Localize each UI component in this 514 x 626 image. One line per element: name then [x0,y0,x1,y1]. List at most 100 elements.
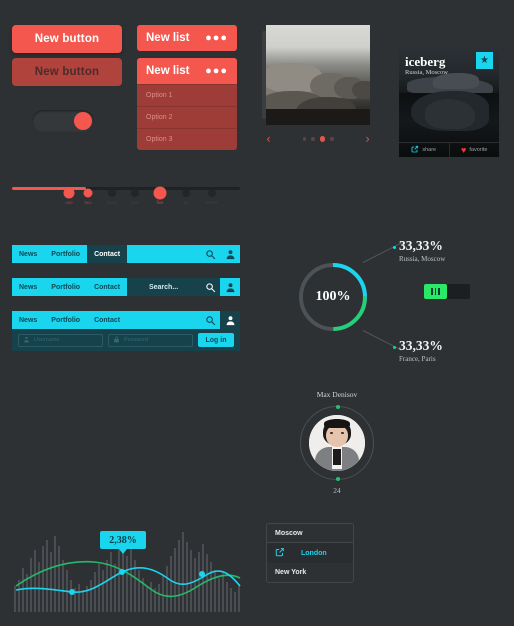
share-label: share [422,147,437,153]
city-name: Moscow [275,529,303,537]
user-icon[interactable] [220,245,240,263]
stat-france: 33,33% France, Paris [399,338,443,363]
nav-link-news[interactable]: News [12,245,44,263]
profile-card: Max Denisov 24 [300,390,374,495]
image-carousel: ‹ › [262,25,370,145]
slider-handle-five[interactable] [153,186,167,200]
new-list-title: New list [146,32,190,44]
callout-line-russia [362,242,403,263]
donut-chart: 100% [296,260,370,334]
search-icon[interactable] [200,245,220,263]
external-link-icon [411,145,419,155]
chart-marker [199,571,205,577]
callout-line-france [362,330,403,351]
nav-link-portfolio[interactable]: Portfolio [44,278,87,296]
city-list-item-moscow[interactable]: Moscow [266,523,354,543]
iceberg-card[interactable]: iceberg Russia, Moscow ★ share ♥ favorit… [399,47,499,157]
toggle-switch[interactable] [32,110,94,132]
favorite-button[interactable]: ♥ favorite [448,143,500,157]
navbar: News Portfolio Contact [12,311,240,329]
nav-link-news[interactable]: News [12,311,44,329]
iceberg-card-photo: share ♥ favorite [399,91,499,157]
search-icon[interactable] [200,278,220,296]
new-button-disabled[interactable]: New button [12,58,122,86]
callout-dot-france [393,346,396,349]
carousel-dot[interactable] [302,137,306,141]
city-list-item-london-active[interactable]: London [266,543,354,563]
nav-link-news[interactable]: News [12,278,44,296]
callout-dot-russia [393,246,396,249]
profile-name: Max Denisov [316,390,358,399]
carousel-dot[interactable] [330,137,334,141]
list-item[interactable]: Option 1 [137,84,237,106]
user-icon[interactable] [220,278,240,296]
carousel-dots [302,136,334,142]
stat-russia: 33,33% Russia, Moscow [399,238,445,263]
nav-link-contact[interactable]: Contact [87,245,128,263]
favorite-label: favorite [469,147,488,153]
share-button[interactable]: share [399,143,449,157]
nav-link-portfolio[interactable]: Portfolio [44,245,87,263]
search-icon[interactable] [200,311,220,329]
lock-icon [113,336,120,345]
nav-link-portfolio[interactable]: Portfolio [44,311,87,329]
ui-kit-canvas: New button New button New list ●●● New l… [0,0,514,626]
password-field[interactable]: Password [108,333,193,347]
new-button-primary[interactable]: New button [12,25,122,53]
carousel-prev-button[interactable]: ‹ [266,133,271,145]
new-list-dropdown-header[interactable]: New list ●●● [137,58,237,84]
carousel-image[interactable] [266,25,370,125]
toggle-knob[interactable] [74,112,92,130]
city-name: London [301,549,327,557]
chart-marker-active [119,569,125,575]
avatar-photo [309,415,365,471]
slider-handle-two[interactable] [83,188,93,198]
new-list-header[interactable]: New list ●●● [137,25,237,51]
nav-link-contact[interactable]: Contact [87,311,127,329]
more-options-icon[interactable]: ●●● [205,65,228,77]
slider-fill [12,187,86,190]
iceberg-card-header: iceberg Russia, Moscow ★ [399,47,499,95]
slider-label: seven [205,200,219,205]
nav-link-contact[interactable]: Contact [87,278,127,296]
iceberg-card-actions: share ♥ favorite [399,142,499,157]
username-field[interactable]: Username [18,333,103,347]
navbar-search: News Portfolio Contact Search... [12,278,240,296]
carousel-next-button[interactable]: › [365,133,370,145]
login-button[interactable]: Log in [198,333,234,347]
external-link-icon [275,547,285,559]
donut-chart-ring: 100% [296,260,370,334]
slider-handle-one[interactable] [63,187,75,199]
city-list-item-new-york[interactable]: New York [266,563,354,583]
slider-handle-four[interactable] [131,189,139,197]
ring-dot-top [336,405,340,409]
nav-links: News Portfolio Contact [12,311,128,329]
search-input[interactable]: Search... [127,278,200,296]
slider-handle-seven[interactable] [208,189,216,197]
navbar-with-login: News Portfolio Contact Username Password… [12,311,240,351]
range-slider[interactable]: one two three four five six seven [12,178,240,208]
star-icon[interactable]: ★ [476,52,493,69]
slider-handle-six[interactable] [182,189,190,197]
list-item[interactable]: Option 3 [137,128,237,150]
list-item[interactable]: Option 2 [137,106,237,128]
search-input[interactable] [127,311,200,329]
slider-label: three [106,200,118,205]
avatar[interactable] [300,405,374,481]
battery-indicator[interactable] [424,284,470,299]
chart-marker [69,589,75,595]
login-bar: Username Password Log in [12,329,240,351]
city-name: New York [275,569,307,576]
search-input[interactable] [127,245,200,263]
iceberg-subtitle: Russia, Moscow [405,69,448,76]
user-icon[interactable] [220,311,240,329]
carousel-dot-active[interactable] [319,136,325,142]
heart-icon: ♥ [461,144,467,155]
slider-label: four [131,200,139,205]
slider-handle-three[interactable] [108,189,116,197]
more-options-icon[interactable]: ●●● [205,32,228,44]
iceberg-title: iceberg [405,54,446,69]
slider-label: six [183,200,189,205]
stat-value: 33,33% [399,238,443,253]
carousel-dot[interactable] [311,137,315,141]
